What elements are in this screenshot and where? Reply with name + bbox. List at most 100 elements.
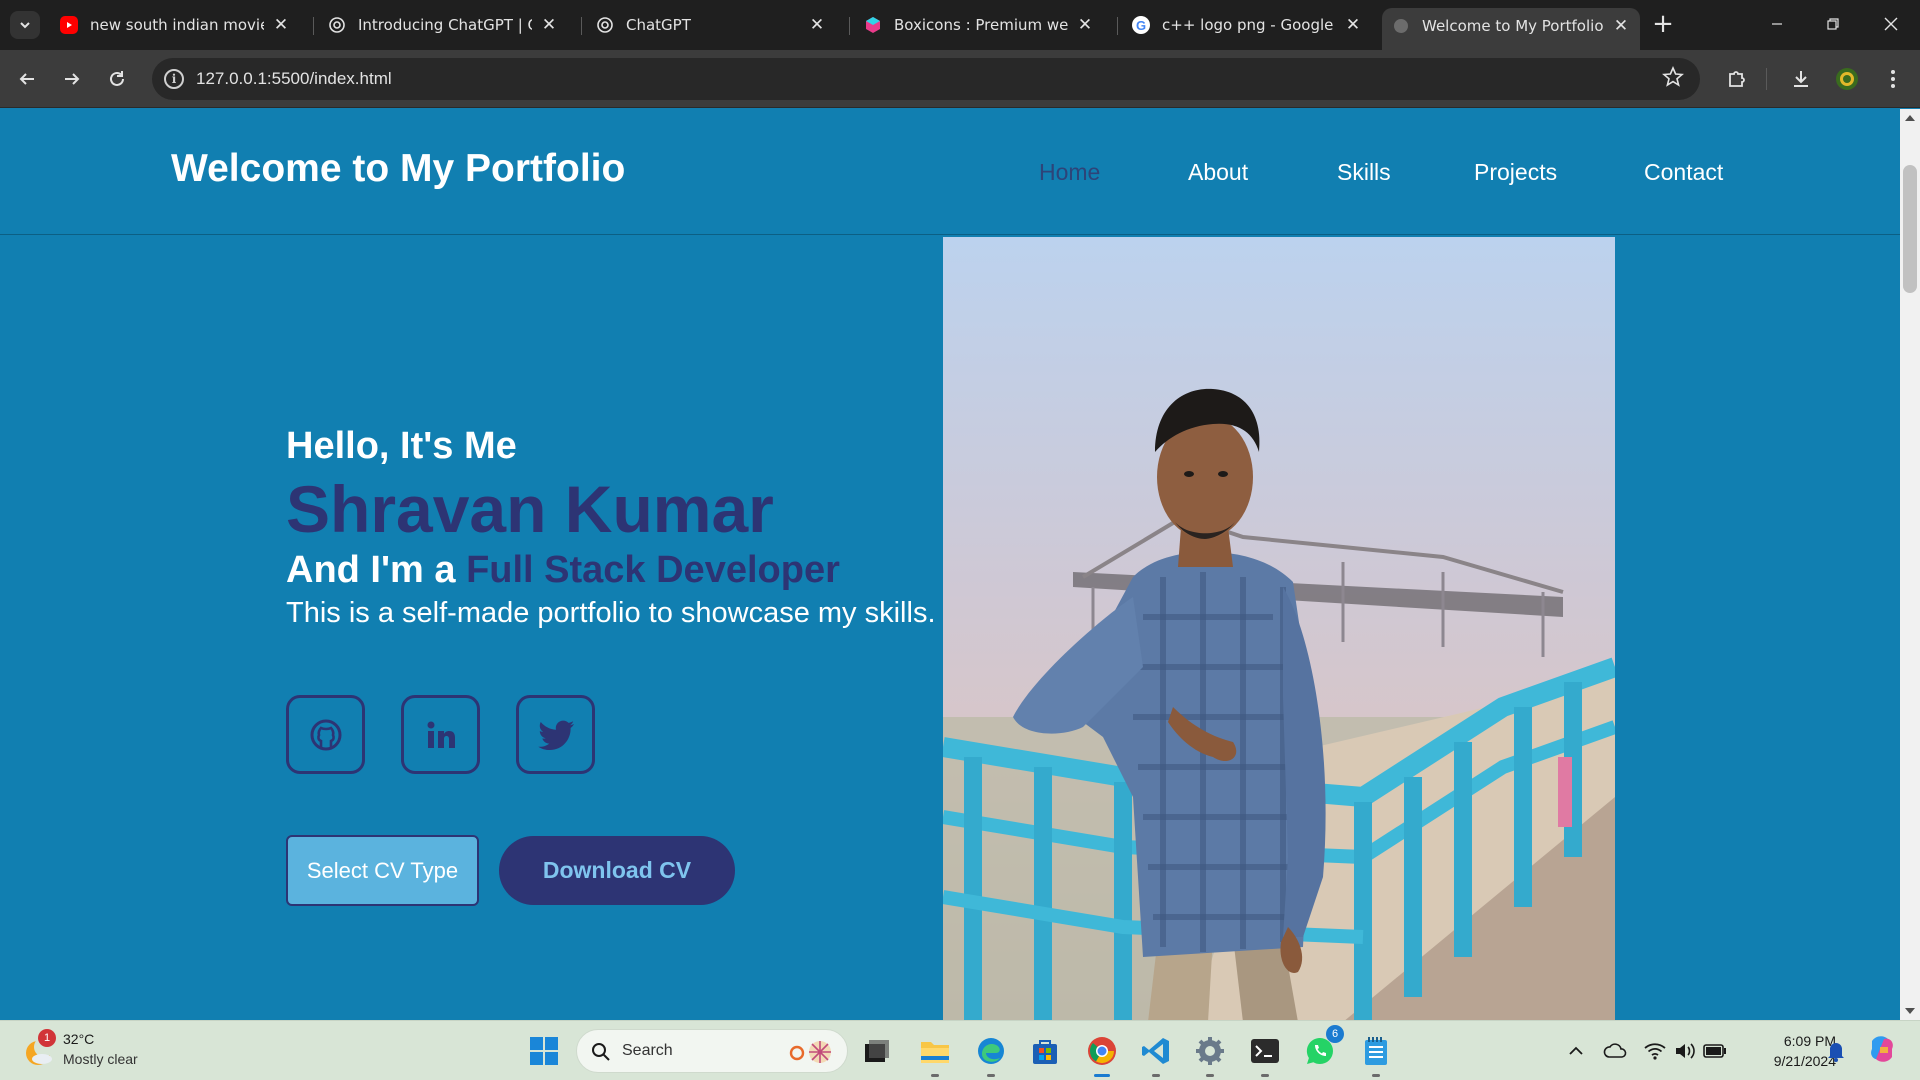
chrome-button[interactable] [1082, 1031, 1122, 1077]
weather-temperature: 32°C [63, 1031, 95, 1047]
microsoft-store-button[interactable] [1025, 1031, 1065, 1071]
toolbar-separator [1766, 68, 1767, 90]
close-icon[interactable]: ✕ [272, 15, 290, 35]
avatar-icon [1836, 68, 1858, 90]
openai-icon [328, 16, 346, 34]
browser-tab[interactable]: ChatGPT ✕ [586, 8, 836, 42]
vscode-button[interactable] [1136, 1031, 1176, 1077]
terminal-button[interactable] [1245, 1031, 1285, 1077]
windows-taskbar: 1 32°C Mostly clear Search 6 6:09 PM 9/2… [0, 1020, 1920, 1080]
page-scrollbar[interactable] [1900, 109, 1920, 1020]
youtube-icon [60, 16, 78, 34]
wifi-icon[interactable] [1643, 1039, 1667, 1063]
close-icon[interactable]: ✕ [1076, 15, 1094, 35]
linkedin-link[interactable] [401, 695, 480, 774]
forward-button[interactable] [57, 64, 87, 94]
profile-photo [943, 237, 1615, 1020]
settings-button[interactable] [1190, 1031, 1230, 1077]
select-cv-type-button[interactable]: Select CV Type [286, 835, 479, 906]
reload-icon [110, 71, 124, 86]
browser-tab[interactable]: G c++ logo png - Google Se ✕ [1122, 8, 1372, 42]
scrollbar-thumb[interactable] [1903, 165, 1917, 293]
notification-bell-icon[interactable] [1824, 1039, 1848, 1063]
running-indicator [987, 1074, 995, 1077]
browser-tab[interactable]: Introducing ChatGPT | Ope ✕ [318, 8, 568, 42]
start-button[interactable] [524, 1031, 564, 1071]
search-placeholder: Search [622, 1042, 673, 1059]
close-icon[interactable]: ✕ [808, 15, 826, 35]
scroll-up-arrow-icon[interactable] [1905, 115, 1915, 121]
volume-icon[interactable] [1673, 1039, 1697, 1063]
nav-about[interactable]: About [1188, 159, 1248, 186]
profile-photo-illustration [943, 388, 1615, 1020]
tab-search-button[interactable] [10, 11, 40, 39]
nav-home[interactable]: Home [1039, 159, 1100, 186]
url-text[interactable]: 127.0.0.1:5500/index.html [196, 69, 392, 89]
scroll-down-arrow-icon[interactable] [1905, 1008, 1915, 1014]
profile-avatar[interactable] [1832, 64, 1862, 94]
google-icon: G [1132, 16, 1150, 34]
system-clock[interactable]: 6:09 PM 9/21/2024 [1736, 1031, 1836, 1071]
download-cv-button[interactable]: Download CV [499, 836, 735, 905]
minimize-button[interactable] [1754, 8, 1800, 40]
extensions-button[interactable] [1722, 64, 1752, 94]
task-view-button[interactable] [857, 1031, 897, 1071]
chrome-icon [1088, 1037, 1116, 1065]
nav-contact[interactable]: Contact [1644, 159, 1723, 186]
file-explorer-button[interactable] [915, 1031, 955, 1077]
terminal-icon [1251, 1039, 1279, 1063]
restore-button[interactable] [1810, 8, 1856, 40]
tab-separator [581, 17, 582, 35]
browser-tab-strip: new south indian movies d ✕ Introducing … [0, 0, 1920, 50]
bookmark-star-icon[interactable] [1662, 65, 1684, 92]
clock-date: 9/21/2024 [1773, 1053, 1836, 1069]
battery-icon[interactable] [1703, 1039, 1727, 1063]
whatsapp-button[interactable]: 6 [1300, 1025, 1344, 1071]
file-explorer-icon [921, 1042, 949, 1063]
hero-role-line: And I'm a Full Stack Developer [286, 549, 840, 592]
close-icon[interactable]: ✕ [1612, 16, 1630, 36]
show-hidden-icons-button[interactable] [1564, 1039, 1588, 1063]
edge-button[interactable] [971, 1031, 1011, 1077]
close-icon[interactable]: ✕ [1344, 15, 1362, 35]
copilot-icon[interactable] [1866, 1033, 1898, 1065]
browser-toolbar: i 127.0.0.1:5500/index.html [0, 50, 1920, 108]
running-indicator [1372, 1074, 1380, 1077]
download-icon [1794, 71, 1808, 87]
close-icon [1884, 17, 1898, 31]
weather-widget[interactable]: 1 32°C Mostly clear [0, 1021, 200, 1080]
browser-tab[interactable]: Boxicons : Premium web fr ✕ [854, 8, 1104, 42]
close-icon[interactable]: ✕ [540, 15, 558, 35]
site-header: Welcome to My Portfolio Home About Skill… [0, 109, 1900, 235]
windows-start-icon [530, 1037, 558, 1065]
close-window-button[interactable] [1868, 8, 1914, 40]
browser-tab[interactable]: new south indian movies d ✕ [50, 8, 300, 42]
new-tab-button[interactable]: + [1650, 11, 1676, 38]
tab-separator [1117, 17, 1118, 35]
nav-skills[interactable]: Skills [1337, 159, 1391, 186]
boxicons-icon [864, 16, 882, 34]
browser-tab-active[interactable]: Welcome to My Portfolio ✕ [1382, 8, 1640, 50]
back-button[interactable] [12, 64, 42, 94]
tab-separator [313, 17, 314, 35]
browser-menu-button[interactable] [1878, 64, 1908, 94]
address-bar[interactable]: i 127.0.0.1:5500/index.html [152, 58, 1700, 100]
search-icon [592, 1043, 610, 1061]
downloads-button[interactable] [1786, 64, 1816, 94]
tab-title: new south indian movies d [90, 16, 264, 34]
nav-projects[interactable]: Projects [1474, 159, 1557, 186]
notepad-button[interactable] [1356, 1031, 1396, 1077]
info-icon[interactable]: i [164, 69, 184, 89]
search-highlight-icon [789, 1041, 831, 1063]
taskbar-search[interactable]: Search [576, 1029, 848, 1073]
running-indicator [1152, 1074, 1160, 1077]
running-indicator [1206, 1074, 1214, 1077]
github-link[interactable] [286, 695, 365, 774]
site-logo-title[interactable]: Welcome to My Portfolio [171, 147, 625, 191]
globe-icon [1392, 17, 1410, 35]
reload-button[interactable] [102, 64, 132, 94]
more-vertical-icon [1891, 70, 1895, 88]
twitter-link[interactable] [516, 695, 595, 774]
onedrive-icon[interactable] [1603, 1039, 1627, 1063]
puzzle-icon [1729, 71, 1745, 87]
